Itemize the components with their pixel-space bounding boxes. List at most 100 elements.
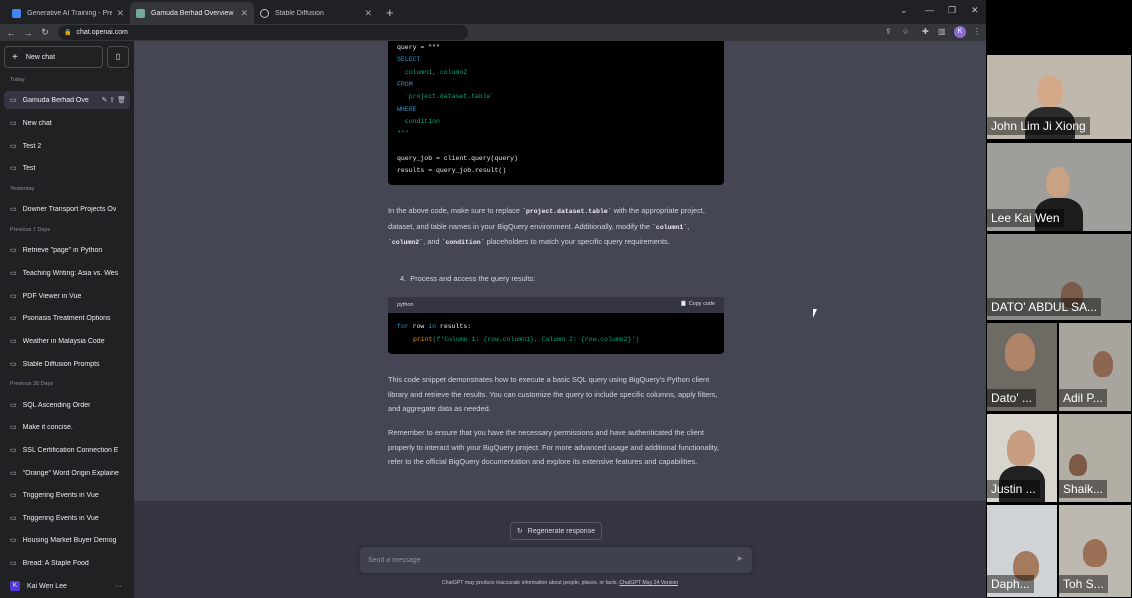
extensions-icon[interactable]: ✚: [922, 27, 929, 36]
disclaimer: ChatGPT may produce inaccurate informati…: [134, 580, 986, 586]
code-language: python: [397, 302, 414, 308]
video-tile[interactable]: John Lim Ji Xiong: [987, 55, 1131, 139]
video-tile[interactable]: Dato' ...: [987, 323, 1057, 411]
video-tile[interactable]: Daph...: [987, 505, 1057, 597]
chat-bubble-icon: ▭: [10, 270, 17, 277]
share-icon[interactable]: ⇪: [109, 97, 115, 104]
close-tab-icon[interactable]: ✕: [364, 8, 372, 19]
edit-icon[interactable]: ✎: [101, 97, 107, 104]
browser-tab-gamuda[interactable]: Gamuda Berhad Overview ✕: [130, 2, 254, 24]
chat-bubble-icon: ▭: [10, 315, 17, 322]
browser-tab-stable-diffusion[interactable]: Stable Diffusion ✕: [254, 2, 378, 24]
refresh-icon: ↻: [516, 528, 523, 535]
history-item[interactable]: ▭ Teaching Writing: Asia vs. Wes: [4, 264, 130, 282]
inline-code: `project.dataset.table`: [521, 208, 612, 215]
video-call-panel: John Lim Ji Xiong Lee Kai Wen DATO' ABDU…: [986, 0, 1132, 598]
participant-name: Dato' ...: [987, 389, 1036, 407]
keyword: for: [397, 323, 409, 330]
toggle-sidebar-icon[interactable]: ▯: [107, 46, 129, 68]
history-item[interactable]: ▭ Housing Market Buyer Demog: [4, 531, 130, 549]
address-bar[interactable]: 🔒 chat.openai.com: [58, 25, 468, 40]
history-item[interactable]: ▭ Retrieve "page" in Python: [4, 241, 130, 259]
restore-icon[interactable]: ❐: [948, 5, 956, 16]
history-item[interactable]: ▭ PDF Viewer in Vue: [4, 287, 130, 305]
history-item-label: Teaching Writing: Asia vs. Wes: [22, 269, 119, 277]
more-options-icon[interactable]: ···: [115, 583, 122, 590]
participant-name: Shaik...: [1059, 480, 1108, 498]
participant-name: Toh S...: [1059, 575, 1108, 593]
history-item[interactable]: ▭ New chat: [4, 114, 130, 132]
user-menu[interactable]: K Kai Wen Lee ···: [4, 576, 130, 596]
new-tab-button[interactable]: +: [386, 5, 394, 20]
inline-code: `column1`: [652, 223, 688, 231]
chat-bubble-icon: ▭: [10, 537, 17, 544]
tab-label: Stable Diffusion: [275, 9, 324, 17]
history-item[interactable]: ▭ SQL Ascending Order: [4, 396, 130, 414]
share-icon[interactable]: ⇪: [885, 27, 892, 36]
delete-icon[interactable]: 🗑: [117, 97, 126, 104]
copy-code-button[interactable]: 📋 Copy code: [680, 301, 715, 307]
history-item[interactable]: ▭ Psoriasis Treatment Options: [4, 309, 130, 327]
video-tile[interactable]: Toh S...: [1059, 505, 1131, 597]
lock-icon: 🔒: [64, 30, 72, 36]
chat-main: query = """ SELECT column1, column2 FROM…: [134, 41, 986, 598]
history-item[interactable]: ▭ Make it concise.: [4, 418, 130, 436]
text: ,: [687, 221, 690, 231]
history-item[interactable]: ▭ Bread: A Staple Food: [4, 554, 130, 572]
item-actions: ✎ ⇪ 🗑: [99, 96, 126, 104]
history-item-label: Gamuda Berhad Ove: [22, 96, 89, 104]
message-input[interactable]: [368, 553, 718, 567]
reload-icon[interactable]: ↻: [39, 27, 51, 38]
code-line: WHERE: [397, 106, 417, 113]
video-tile[interactable]: DATO' ABDUL SA...: [987, 234, 1131, 320]
list-number: 4.: [400, 274, 407, 283]
section-previous-30-days: Previous 30 Days: [10, 381, 54, 387]
browser-menu-icon[interactable]: ⋮: [973, 27, 981, 36]
back-icon[interactable]: ←: [5, 28, 17, 38]
sidepanel-icon[interactable]: ▥: [938, 27, 946, 36]
video-tile[interactable]: Lee Kai Wen: [987, 143, 1131, 231]
history-item-label: New chat: [22, 119, 52, 127]
browser-tab-generative-ai[interactable]: Generative AI Training - Presenta ✕: [6, 2, 130, 24]
chat-bubble-icon: ▭: [10, 97, 17, 104]
code-line: """: [397, 130, 409, 137]
history-item-label: Downer Transport Projects Ov: [22, 205, 117, 213]
minimize-icon[interactable]: —: [925, 5, 934, 15]
tab-label: Gamuda Berhad Overview: [151, 9, 234, 17]
bookmark-star-icon[interactable]: ☆: [902, 27, 909, 36]
version-link[interactable]: ChatGPT May 24 Version: [619, 580, 678, 586]
history-item[interactable]: ▭ Weather in Malaysia Code: [4, 332, 130, 350]
regenerate-response-button[interactable]: ↻ Regenerate response: [510, 522, 602, 540]
history-item[interactable]: ▭ Triggering Events in Vue: [4, 486, 130, 504]
participant-name: Adil P...: [1059, 389, 1107, 407]
history-item[interactable]: ▭ SSL Certification Connection E: [4, 441, 130, 459]
video-tile[interactable]: Shaik...: [1059, 414, 1131, 502]
video-tile[interactable]: Justin ...: [987, 414, 1057, 502]
regenerate-label: Regenerate response: [527, 527, 596, 535]
disclaimer-text: ChatGPT may produce inaccurate informati…: [441, 580, 620, 586]
participant-name: Daph...: [987, 575, 1034, 593]
close-tab-icon[interactable]: ✕: [240, 8, 248, 19]
close-window-icon[interactable]: ✕: [971, 5, 979, 16]
browser-tab-bar: Generative AI Training - Presenta ✕ Gamu…: [0, 0, 986, 24]
profile-avatar[interactable]: K: [954, 26, 966, 38]
forward-icon[interactable]: →: [22, 28, 34, 38]
history-item-label: SQL Ascending Order: [22, 401, 91, 409]
close-tab-icon[interactable]: ✕: [116, 8, 124, 19]
history-item[interactable]: ▭ Triggering Events in Vue: [4, 509, 130, 527]
new-chat-button[interactable]: + New chat: [4, 46, 103, 68]
tab-search-icon[interactable]: ⌄: [900, 5, 908, 16]
history-item-label: Triggering Events in Vue: [22, 491, 99, 499]
history-item[interactable]: ▭ Downer Transport Projects Ov: [4, 200, 130, 218]
history-item[interactable]: ▭ "Orange" Word Origin Explaine: [4, 464, 130, 482]
participant-name: John Lim Ji Xiong: [987, 117, 1090, 135]
history-item[interactable]: ▭ Test: [4, 159, 130, 177]
history-item-label: Triggering Events in Vue: [22, 514, 99, 522]
chat-bubble-icon: ▭: [10, 447, 17, 454]
history-item[interactable]: ▭ Stable Diffusion Prompts: [4, 355, 130, 373]
send-icon[interactable]: ➤: [736, 554, 743, 563]
history-item[interactable]: ▭ Test 2: [4, 137, 130, 155]
history-item[interactable]: ▭ Gamuda Berhad Ove ✎ ⇪ 🗑: [4, 91, 130, 109]
video-tile[interactable]: Adil P...: [1059, 323, 1131, 411]
chat-bubble-icon: ▭: [10, 560, 17, 567]
